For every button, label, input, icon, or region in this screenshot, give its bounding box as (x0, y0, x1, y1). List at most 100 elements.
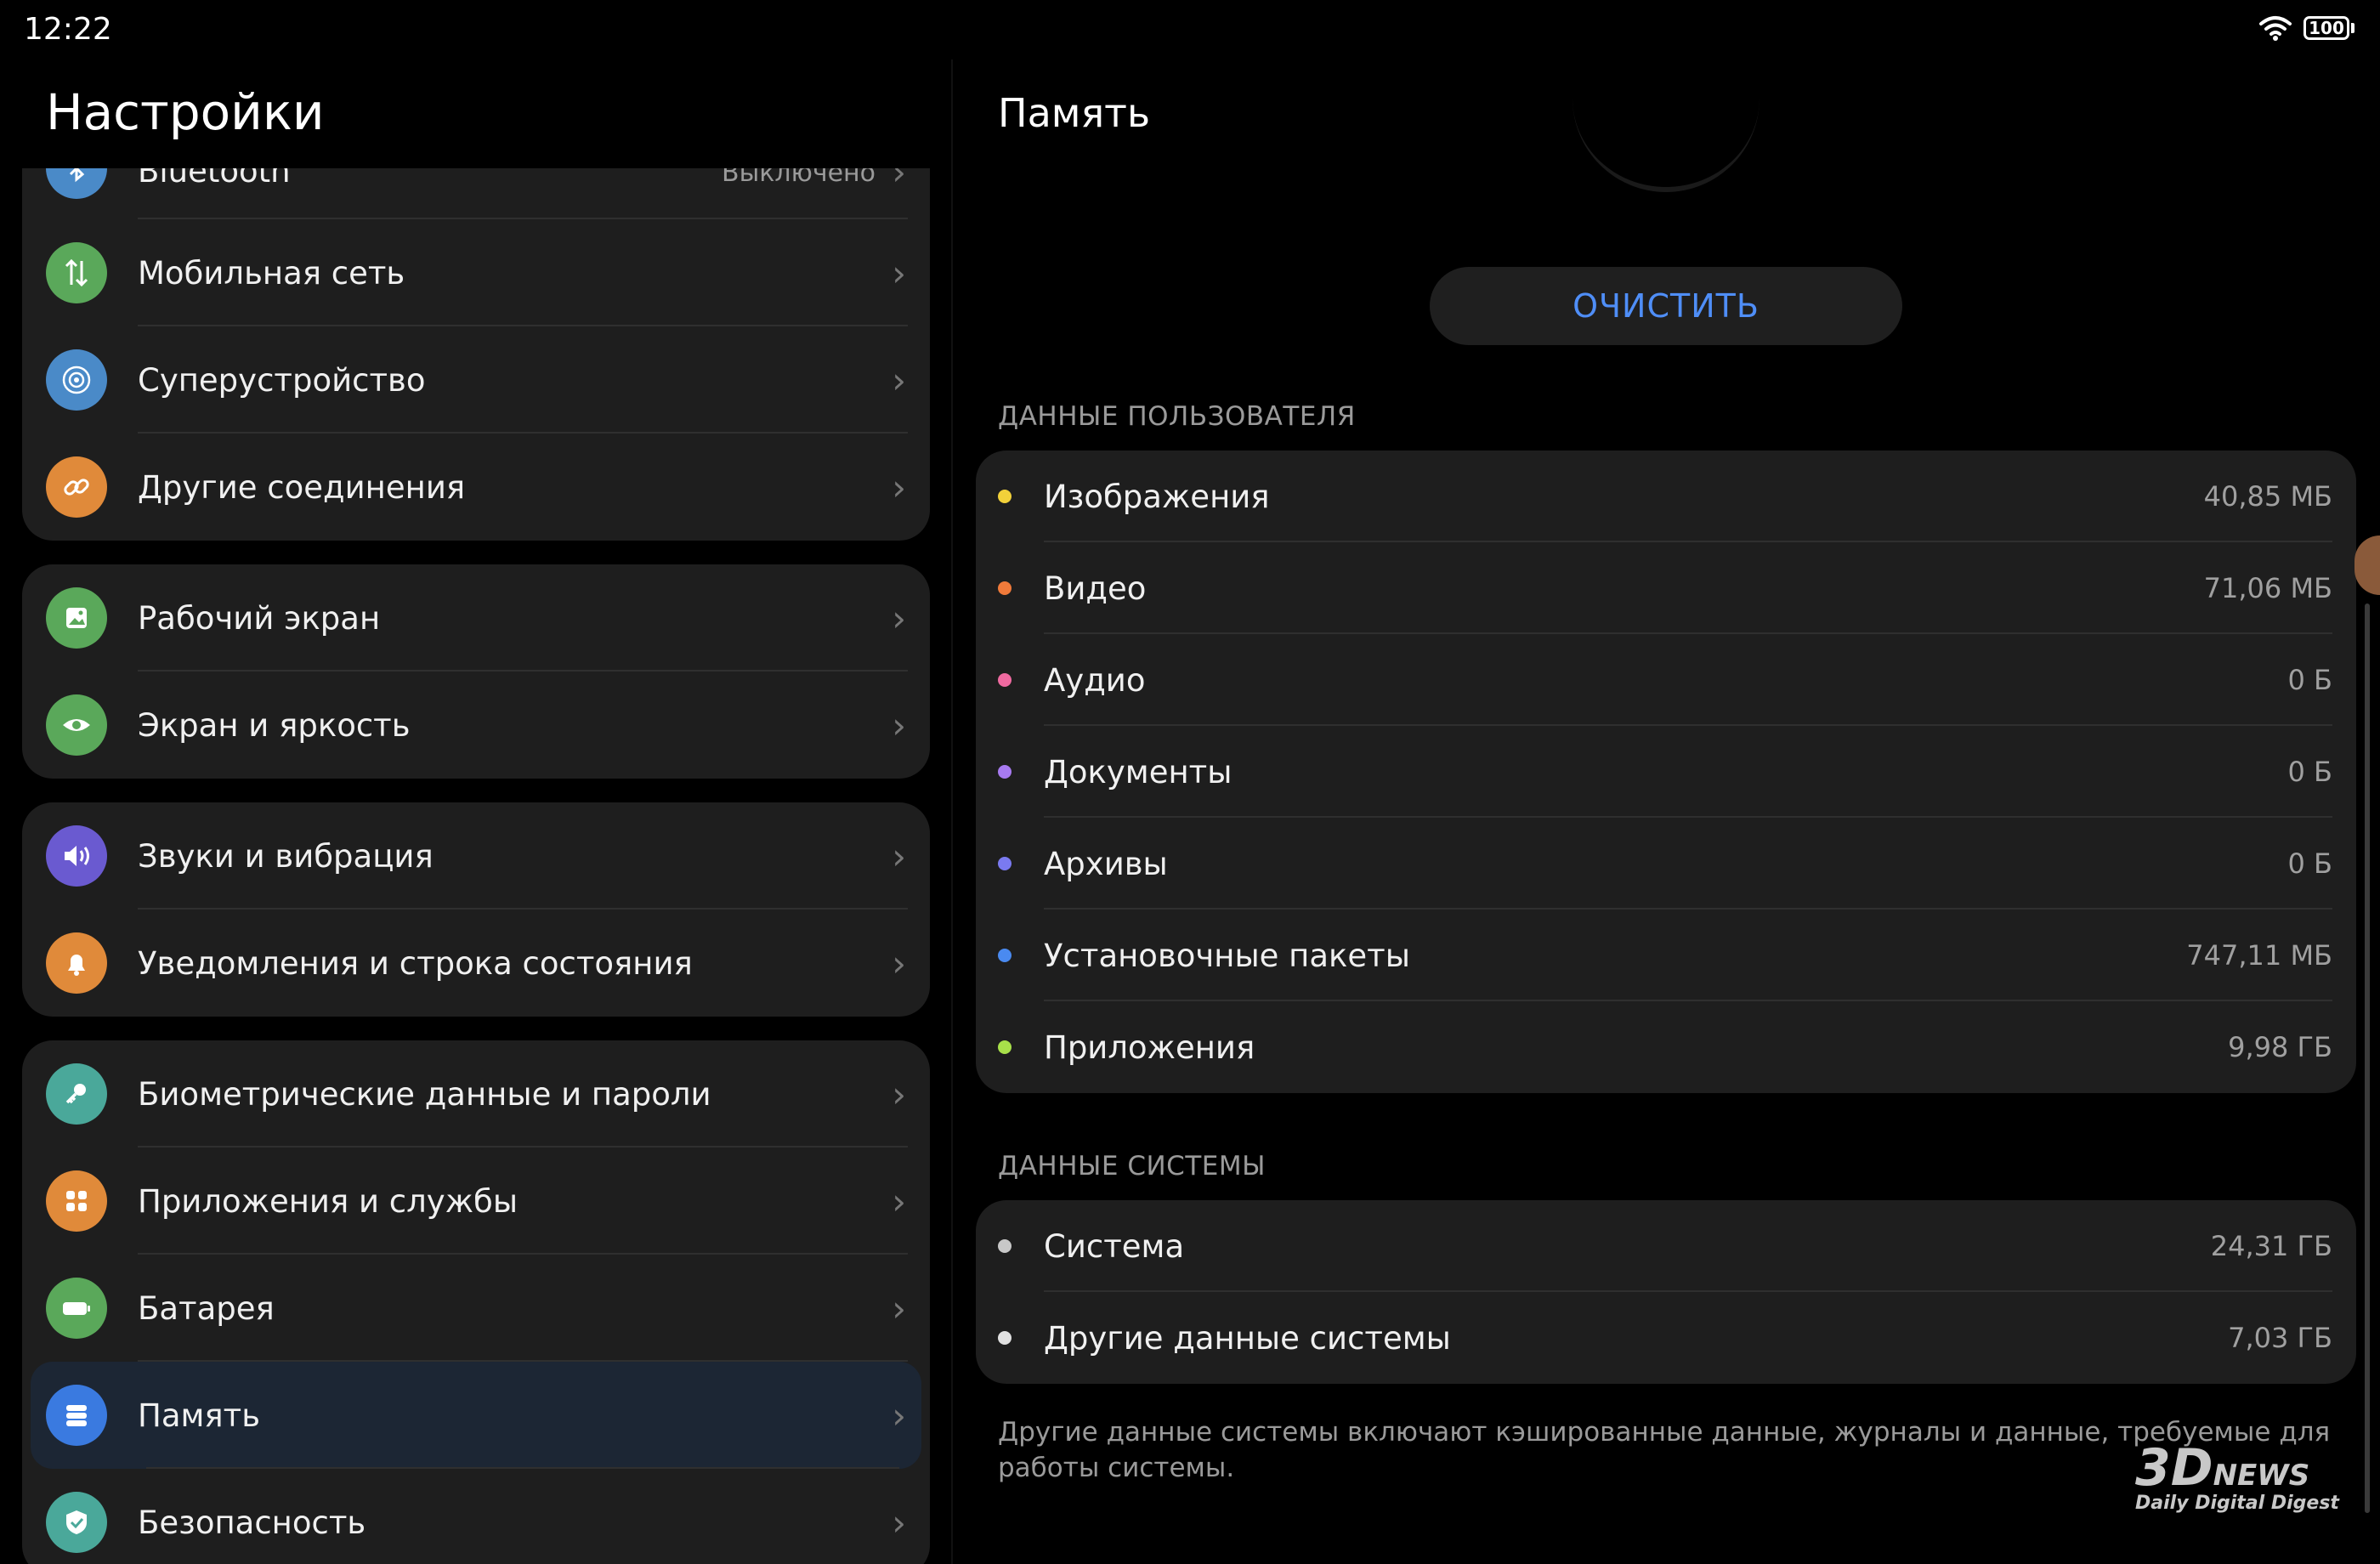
settings-item[interactable]: Суперустройство › (22, 326, 930, 434)
storage-item-size: 9,98 ГБ (2228, 1031, 2332, 1063)
settings-item[interactable]: Мобильная сеть › (22, 219, 930, 326)
superdevice-icon (46, 349, 107, 411)
storage-item[interactable]: Установочные пакеты 747,11 МБ (976, 910, 2356, 1001)
chevron-right-icon: › (892, 1073, 906, 1115)
storage-item-name: Приложения (1044, 1028, 1255, 1066)
clean-button[interactable]: ОЧИСТИТЬ (1430, 267, 1902, 345)
key-icon (46, 1063, 107, 1125)
bluetooth-icon (46, 168, 107, 199)
storage-item-name: Установочные пакеты (1044, 937, 1410, 974)
status-icons: 100 (2259, 15, 2354, 41)
settings-group: Звуки и вибрация › Уведомления и строка со… (22, 802, 930, 1017)
storage-item[interactable]: Архивы 0 Б (976, 818, 2356, 910)
storage-chart-arc (1572, 85, 1760, 192)
settings-item-label: Экран и яркость (138, 706, 411, 744)
scrollbar[interactable] (2365, 604, 2370, 1513)
storage-item-size: 0 Б (2287, 847, 2332, 880)
storage-item[interactable]: Документы 0 Б (976, 726, 2356, 818)
home-screen-icon (46, 587, 107, 649)
storage-item-size: 40,85 МБ (2203, 480, 2332, 513)
settings-item[interactable]: Приложения и службы › (22, 1148, 930, 1255)
system-data-card: Система 24,31 ГБ Другие данные системы 7,03… (976, 1200, 2356, 1384)
chevron-right-icon: › (892, 942, 906, 984)
eye-icon (46, 694, 107, 756)
watermark-news: NEWS (2213, 1459, 2310, 1493)
status-time: 12:22 (24, 12, 112, 47)
watermark-3d: 3D (2135, 1438, 2213, 1498)
legend-dot (998, 490, 1012, 503)
legend-dot (998, 673, 1012, 687)
pane-divider (951, 60, 953, 1564)
storage-item[interactable]: Видео 71,06 МБ (976, 542, 2356, 634)
legend-dot (998, 949, 1012, 962)
chevron-right-icon: › (892, 168, 906, 193)
chevron-right-icon: › (892, 1180, 906, 1222)
storage-item-size: 7,03 ГБ (2228, 1322, 2332, 1354)
storage-item-name: Аудио (1044, 661, 1146, 699)
legend-dot (998, 765, 1012, 779)
settings-item-bluetooth[interactable]: Bluetooth Выключено › (22, 168, 930, 219)
user-data-card: Изображения 40,85 МБ Видео 71,06 МБ Аудио 0 Б… (976, 450, 2356, 1093)
settings-item[interactable]: Безопасность › (22, 1469, 930, 1564)
legend-dot (998, 857, 1012, 870)
storage-item[interactable]: Другие данные системы 7,03 ГБ (976, 1292, 2356, 1384)
storage-item-size: 0 Б (2287, 664, 2332, 696)
settings-title: Настройки (46, 83, 325, 141)
settings-item-label: Биометрические данные и пароли (138, 1075, 711, 1113)
battery-icon (46, 1278, 107, 1339)
apps-icon (46, 1170, 107, 1232)
chevron-right-icon: › (892, 1287, 906, 1329)
chevron-right-icon: › (892, 466, 906, 508)
storage-item-name: Система (1044, 1227, 1185, 1265)
floating-edge-button[interactable] (2354, 536, 2380, 595)
system-data-header: ДАННЫЕ СИСТЕМЫ (998, 1151, 1266, 1182)
watermark-sub: Daily Digital Digest (2135, 1493, 2339, 1514)
settings-item-label: Память (138, 1397, 261, 1434)
storage-item-name: Другие данные системы (1044, 1319, 1451, 1357)
settings-item[interactable]: Уведомления и строка состояния › (22, 910, 930, 1017)
chevron-right-icon: › (892, 1394, 906, 1436)
settings-item[interactable]: Другие соединения › (22, 434, 930, 541)
settings-list[interactable]: Bluetooth Выключено › Мобильная сеть › Суперу… (22, 168, 930, 1564)
storage-item-size: 0 Б (2287, 756, 2332, 788)
sound-icon (46, 825, 107, 887)
settings-item-label: Мобильная сеть (138, 254, 405, 292)
storage-item[interactable]: Система 24,31 ГБ (976, 1200, 2356, 1292)
storage-item-name: Архивы (1044, 845, 1168, 882)
legend-dot (998, 1239, 1012, 1253)
settings-group: Биометрические данные и пароли › Приложени… (22, 1040, 930, 1564)
settings-item-label: Другие соединения (138, 468, 466, 506)
legend-dot (998, 581, 1012, 595)
chevron-right-icon: › (892, 597, 906, 639)
settings-item[interactable]: Память › (31, 1362, 921, 1469)
chevron-right-icon: › (892, 835, 906, 877)
settings-item-label: Рабочий экран (138, 599, 381, 637)
settings-item-value: Выключено (722, 168, 876, 188)
settings-item-label: Безопасность (138, 1504, 366, 1541)
battery-icon: 100 (2304, 16, 2354, 40)
settings-item-label: Bluetooth (138, 168, 291, 190)
mobile-network-icon (46, 242, 107, 303)
settings-item-label: Уведомления и строка состояния (138, 944, 693, 982)
settings-item[interactable]: Экран и яркость › (22, 672, 930, 779)
storage-item-name: Документы (1044, 753, 1232, 790)
settings-item-label: Приложения и службы (138, 1182, 518, 1220)
storage-item[interactable]: Аудио 0 Б (976, 634, 2356, 726)
settings-item-label: Батарея (138, 1289, 275, 1327)
storage-item-name: Изображения (1044, 478, 1270, 515)
settings-item[interactable]: Батарея › (22, 1255, 930, 1362)
settings-item[interactable]: Звуки и вибрация › (22, 802, 930, 910)
settings-item[interactable]: Биометрические данные и пароли › (22, 1040, 930, 1148)
legend-dot (998, 1040, 1012, 1054)
settings-item[interactable]: Рабочий экран › (22, 564, 930, 672)
settings-group: Рабочий экран › Экран и яркость › (22, 564, 930, 779)
settings-item-label: Звуки и вибрация (138, 837, 434, 875)
chevron-right-icon: › (892, 1501, 906, 1544)
storage-item[interactable]: Приложения 9,98 ГБ (976, 1001, 2356, 1093)
storage-item-size: 71,06 МБ (2203, 572, 2332, 604)
chevron-right-icon: › (892, 359, 906, 401)
settings-item-label: Суперустройство (138, 361, 426, 399)
chevron-right-icon: › (892, 252, 906, 294)
storage-item-name: Видео (1044, 570, 1147, 607)
storage-item[interactable]: Изображения 40,85 МБ (976, 450, 2356, 542)
